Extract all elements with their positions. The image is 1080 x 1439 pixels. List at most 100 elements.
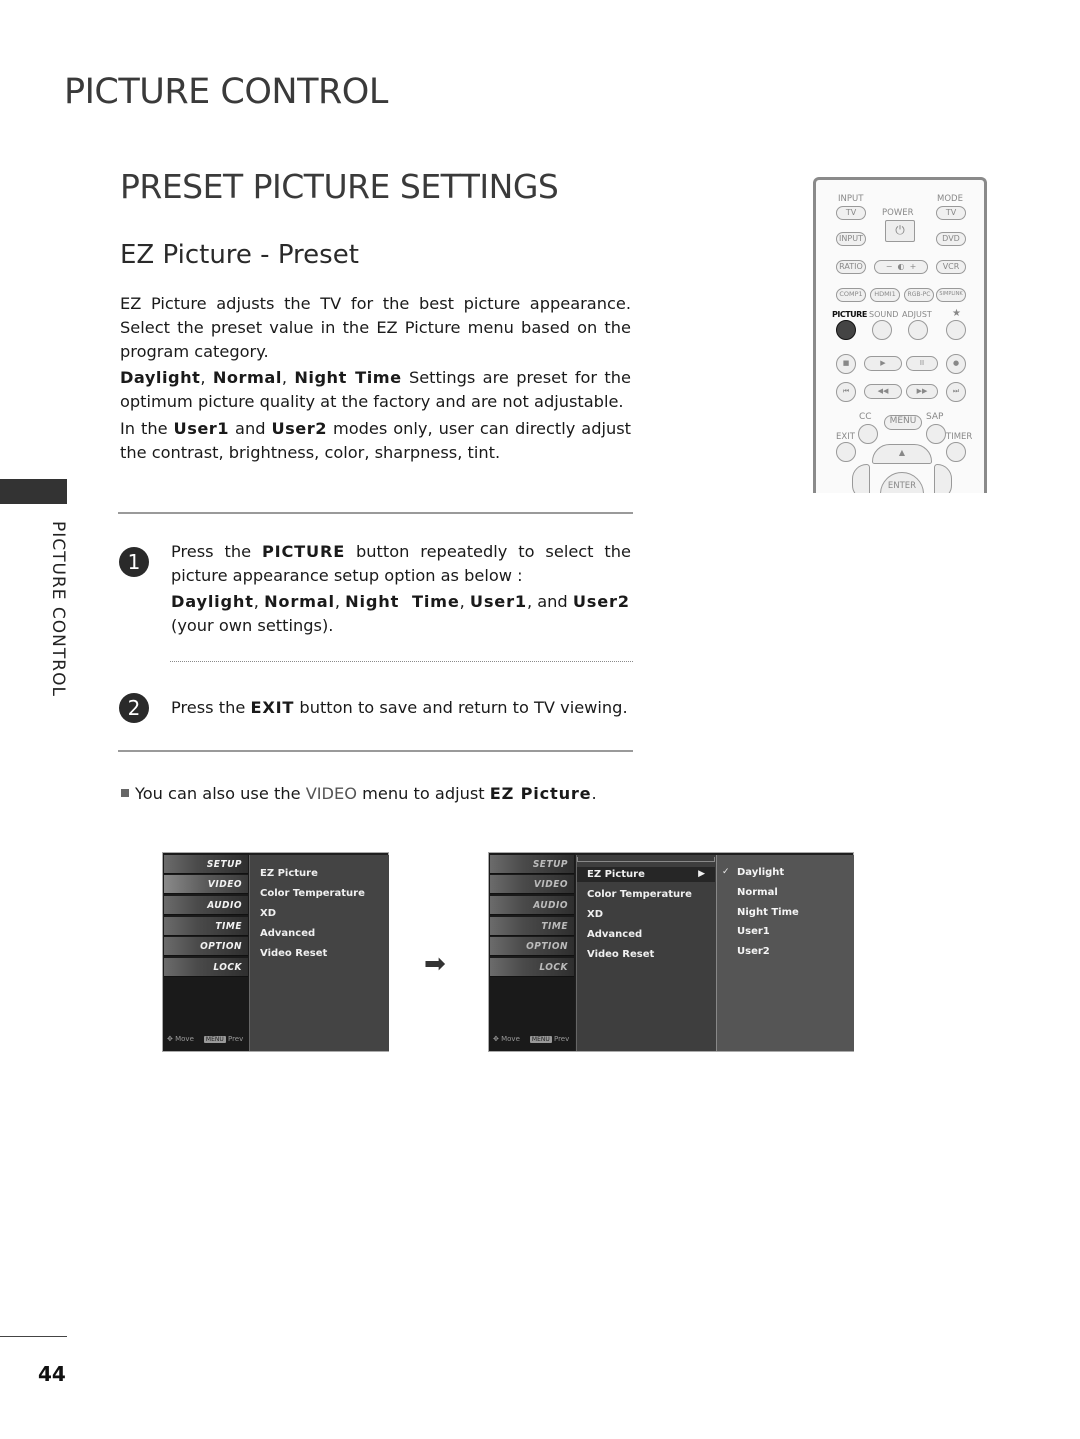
osd-tab-option[interactable]: OPTION	[164, 937, 248, 956]
remote-star-button[interactable]	[946, 320, 966, 340]
user-modes-text-b: and	[229, 419, 272, 438]
remote-cc-button[interactable]	[858, 424, 878, 444]
side-tab-label: PICTURE CONTROL	[48, 521, 68, 697]
star-icon: ★	[952, 308, 961, 319]
remote-tv-input-button[interactable]: TV	[836, 206, 866, 220]
remote-label-sap: SAP	[926, 412, 944, 422]
remote-label-adjust: ADJUST	[902, 310, 932, 319]
brightness-minus-icon: −	[885, 262, 893, 271]
remote-label-power: POWER	[882, 208, 914, 218]
osd-ez-picture-submenu: ✓ Daylight Normal Night Time User1 User2	[716, 855, 854, 1051]
remote-prev-button[interactable]: ⏮	[836, 382, 856, 402]
remote-pause-button[interactable]: II	[906, 356, 938, 371]
pause-icon: II	[919, 359, 925, 367]
osd-footer-move: Move	[175, 1035, 194, 1043]
footer-rule	[0, 1336, 67, 1337]
section-title: PRESET PICTURE SETTINGS	[120, 167, 559, 206]
remote-sap-button[interactable]	[926, 424, 946, 444]
osd-item-ez-picture[interactable]: EZ Picture	[260, 868, 318, 879]
remote-up-button[interactable]: ▲	[872, 444, 932, 464]
osd-item-video-reset[interactable]: Video Reset	[587, 949, 654, 960]
osd-tab-audio[interactable]: AUDIO	[164, 896, 248, 915]
remote-tv-mode-button[interactable]: TV	[936, 206, 966, 220]
osd-sub-item-daylight[interactable]: Daylight	[737, 867, 784, 878]
osd-item-video-reset[interactable]: Video Reset	[260, 948, 327, 959]
osd-sub-item-night-time[interactable]: Night Time	[737, 907, 799, 918]
remote-dvd-button[interactable]: DVD	[936, 232, 966, 246]
osd-footer: ✥ Move MENU Prev	[167, 1035, 243, 1043]
remote-adjust-button[interactable]	[908, 320, 928, 340]
osd-sub-item-normal[interactable]: Normal	[737, 887, 778, 898]
brightness-plus-icon: +	[909, 262, 917, 271]
remote-next-button[interactable]: ⏭	[946, 382, 966, 402]
osd-item-ez-picture-selected[interactable]: EZ Picture ▶	[577, 867, 715, 882]
osd-sub-item-user2[interactable]: User2	[737, 946, 770, 957]
osd-tab-video[interactable]: VIDEO	[164, 875, 248, 894]
osd-item-ez-picture-label: EZ Picture	[587, 869, 645, 880]
skip-forward-icon: ⏭	[952, 387, 960, 395]
mode-daylight: Daylight	[120, 368, 201, 387]
option-user2: User2	[572, 592, 630, 611]
osd-tab-audio[interactable]: AUDIO	[490, 896, 574, 915]
osd-item-xd[interactable]: XD	[260, 908, 276, 919]
remote-record-button[interactable]: ●	[946, 354, 966, 374]
mode-user2: User2	[271, 419, 327, 438]
osd-menu-after: SETUP VIDEO AUDIO TIME OPTION LOCK ✥ Mov…	[488, 852, 854, 1052]
remote-stop-button[interactable]: ■	[836, 354, 856, 374]
remote-ratio-button[interactable]: RATIO	[836, 260, 866, 274]
remote-power-button[interactable]: ⏻	[885, 220, 915, 242]
remote-right-button[interactable]	[934, 464, 952, 493]
sub-title: EZ Picture - Preset	[120, 240, 359, 270]
remote-input-button[interactable]: INPUT	[836, 232, 866, 246]
osd-sub-item-user1[interactable]: User1	[737, 926, 770, 937]
remote-exit-button[interactable]	[836, 442, 856, 462]
remote-enter-button[interactable]: ENTER	[880, 472, 924, 493]
osd-item-color-temperature[interactable]: Color Temperature	[587, 889, 692, 900]
remote-label-timer: TIMER	[946, 432, 973, 442]
osd-footer: ✥ Move MENU Prev	[493, 1035, 569, 1043]
osd-item-advanced[interactable]: Advanced	[260, 928, 315, 939]
osd-tab-time[interactable]: TIME	[164, 917, 248, 936]
osd-tab-option[interactable]: OPTION	[490, 937, 574, 956]
remote-vcr-button[interactable]: VCR	[936, 260, 966, 274]
osd-item-advanced[interactable]: Advanced	[587, 929, 642, 940]
remote-rgbpc-button[interactable]: RGB-PC	[904, 288, 934, 302]
osd-tab-time[interactable]: TIME	[490, 917, 574, 936]
osd-tab-video[interactable]: VIDEO	[490, 875, 574, 894]
remote-play-button[interactable]: ▶	[864, 356, 902, 371]
intro-paragraph: EZ Picture adjusts the TV for the best p…	[120, 294, 631, 361]
remote-sound-button[interactable]	[872, 320, 892, 340]
remote-rewind-button[interactable]: ◀◀	[864, 384, 902, 399]
osd-tab-column: SETUP VIDEO AUDIO TIME OPTION LOCK ✥ Mov…	[163, 853, 249, 1051]
osd-tab-column: SETUP VIDEO AUDIO TIME OPTION LOCK ✥ Mov…	[489, 853, 575, 1051]
osd-item-xd[interactable]: XD	[587, 909, 603, 920]
osd-tab-lock[interactable]: LOCK	[490, 958, 574, 977]
option-night-time: Night Time	[345, 592, 460, 611]
remote-hdmi1-button[interactable]: HDMI1	[870, 288, 900, 302]
remote-control: INPUT MODE TV POWER TV ⏻ INPUT DVD RATIO…	[813, 177, 987, 493]
remote-menu-button[interactable]: MENU	[884, 415, 922, 430]
skip-back-icon: ⏮	[842, 387, 850, 395]
osd-tab-setup[interactable]: SETUP	[490, 855, 574, 874]
remote-picture-button[interactable]	[836, 320, 856, 340]
remote-label-sound: SOUND	[869, 310, 899, 319]
remote-ff-button[interactable]: ▶▶	[906, 384, 938, 399]
remote-comp1-button[interactable]: COMP1	[836, 288, 866, 302]
step-2-text-b: button to save and return to TV viewing.	[294, 698, 628, 717]
note-text-c: .	[591, 784, 597, 803]
picture-key: PICTURE	[262, 542, 346, 561]
options-tail: (your own settings).	[171, 616, 334, 635]
step-2-text-a: Press the	[171, 698, 251, 717]
mode-user1: User1	[173, 419, 230, 438]
arrow-right-icon: ➡	[424, 949, 446, 979]
remote-left-button[interactable]	[852, 464, 870, 493]
remote-brightness-rocker[interactable]: − ◐ +	[874, 260, 928, 274]
osd-tab-lock[interactable]: LOCK	[164, 958, 248, 977]
remote-simplink-button[interactable]: SIMPLINK	[936, 288, 966, 302]
step-1-text: Press the PICTURE button repeatedly to s…	[171, 540, 631, 588]
remote-timer-button[interactable]	[946, 442, 966, 462]
note: You can also use the VIDEO menu to adjus…	[121, 784, 597, 803]
osd-tab-setup[interactable]: SETUP	[164, 855, 248, 874]
osd-footer-prev: Prev	[227, 1035, 244, 1043]
osd-item-color-temperature[interactable]: Color Temperature	[260, 888, 365, 899]
